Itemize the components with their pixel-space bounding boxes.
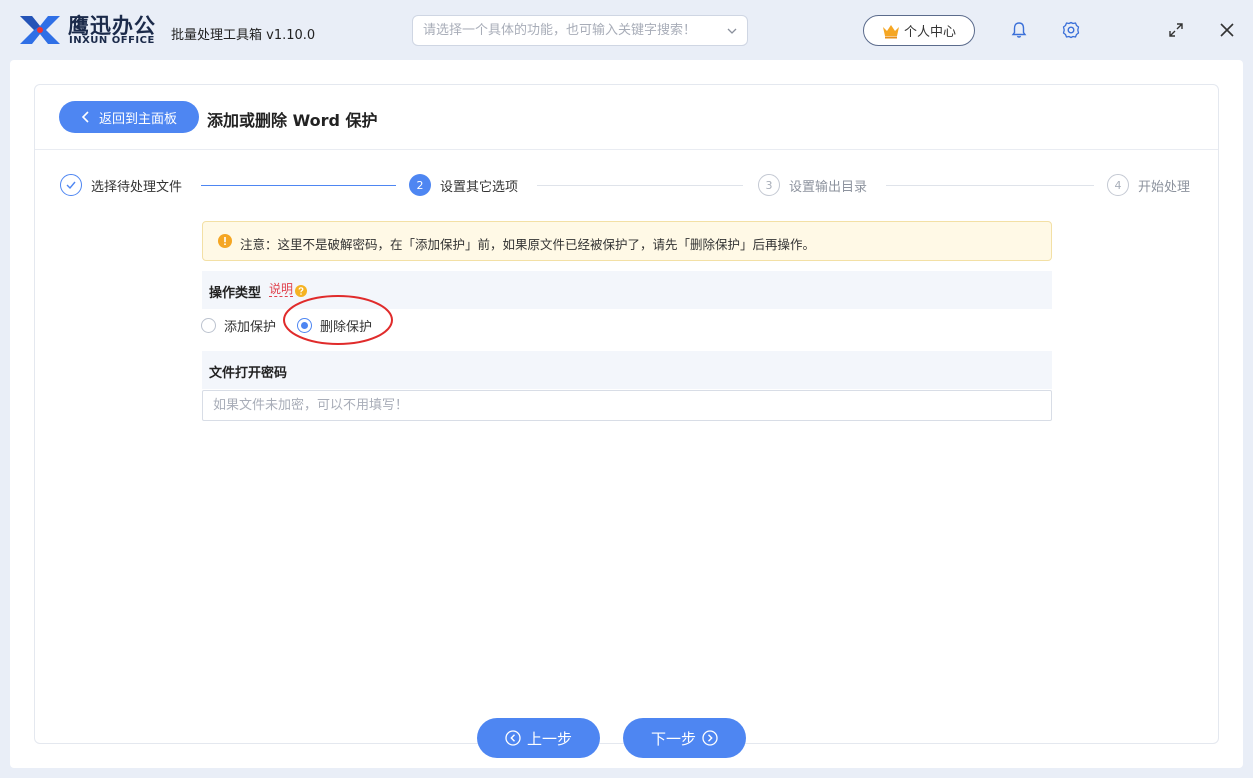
operation-type-label: 操作类型	[209, 286, 262, 301]
step-4-indicator: 4	[1107, 174, 1129, 196]
back-to-main-button[interactable]: 返回到主面板	[59, 101, 199, 133]
step-1-indicator	[60, 174, 82, 196]
chevron-left-icon	[81, 111, 89, 123]
brand-name-en: INXUN OFFICE	[69, 35, 155, 46]
chevron-right-circle-icon	[702, 730, 718, 746]
user-center-label: 个人中心	[903, 25, 956, 40]
password-label: 文件打开密码	[209, 366, 288, 381]
app-title: 批量处理工具箱 v1.10.0	[171, 28, 316, 43]
radio-add-protection[interactable]: 添加保护	[201, 316, 276, 335]
step-1-label: 选择待处理文件	[91, 180, 183, 195]
check-icon	[66, 181, 76, 190]
chevron-down-icon[interactable]	[726, 25, 738, 37]
notice-banner: 注意：这里不是破解密码，在「添加保护」前，如果原文件已经被保护了，请先「删除保护…	[202, 221, 1052, 261]
maximize-icon[interactable]	[1166, 20, 1186, 40]
password-input[interactable]	[202, 390, 1052, 421]
crown-icon	[882, 24, 899, 38]
user-center-button[interactable]: 个人中心	[863, 15, 975, 46]
next-step-label: 下一步	[650, 729, 696, 748]
radio-button[interactable]	[201, 318, 216, 333]
step-3-indicator: 3	[758, 174, 780, 196]
step-2-label: 设置其它选项	[440, 180, 519, 195]
next-step-button[interactable]: 下一步	[623, 718, 746, 758]
warning-icon	[218, 234, 232, 248]
title-bar: 鹰迅办公 INXUN OFFICE 批量处理工具箱 v1.10.0 个人中心	[0, 0, 1253, 60]
inxun-logo-icon	[20, 16, 60, 44]
step-2-indicator: 2	[409, 174, 431, 196]
function-search[interactable]	[412, 15, 748, 46]
password-header: 文件打开密码	[202, 351, 1052, 389]
divider	[35, 149, 1218, 150]
search-input[interactable]	[423, 16, 719, 45]
radio-label: 添加保护	[224, 320, 277, 335]
close-icon[interactable]	[1217, 20, 1237, 40]
notice-text: 注意：这里不是破解密码，在「添加保护」前，如果原文件已经被保护了，请先「删除保护…	[240, 237, 816, 252]
bell-icon[interactable]	[1009, 20, 1029, 40]
back-label: 返回到主面板	[98, 111, 177, 127]
step-3-label: 设置输出目录	[789, 180, 868, 195]
page-title: 添加或删除 Word 保护	[207, 111, 378, 130]
step-connector	[201, 185, 396, 186]
prev-step-button[interactable]: 上一步	[477, 718, 600, 758]
step-connector	[886, 185, 1094, 186]
highlight-ellipse	[283, 295, 393, 345]
step-connector	[537, 185, 743, 186]
gear-icon[interactable]	[1061, 20, 1081, 40]
chevron-left-circle-icon	[505, 730, 521, 746]
prev-step-label: 上一步	[526, 729, 572, 748]
step-4-label: 开始处理	[1138, 180, 1191, 195]
